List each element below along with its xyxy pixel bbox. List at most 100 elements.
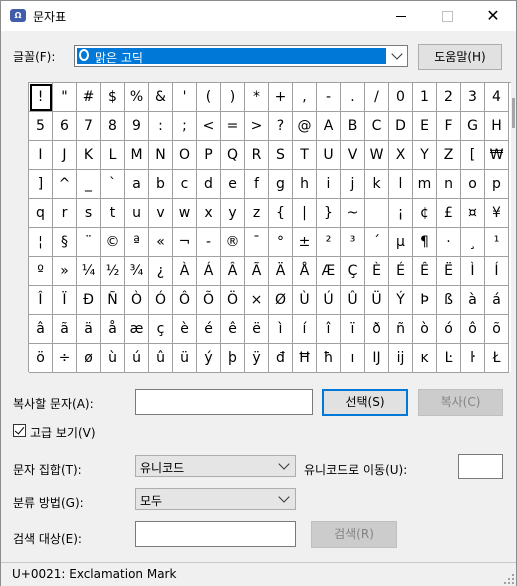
char-cell[interactable]: ¥ xyxy=(485,199,509,228)
char-cell[interactable]: @ xyxy=(293,112,317,141)
char-cell[interactable]: ¤ xyxy=(461,199,485,228)
char-cell[interactable]: [ xyxy=(461,141,485,170)
char-cell[interactable]: m xyxy=(413,170,437,199)
char-cell[interactable]: ¯ xyxy=(245,228,269,257)
char-cell[interactable]: Ù xyxy=(293,286,317,315)
char-cell[interactable]: . xyxy=(341,83,365,112)
char-cell[interactable]: ï xyxy=(341,315,365,344)
char-cell[interactable]: : xyxy=(149,112,173,141)
search-button[interactable]: 검색(R) xyxy=(311,521,397,548)
char-cell[interactable]: { xyxy=(269,199,293,228)
char-cell[interactable]: L xyxy=(101,141,125,170)
char-cell[interactable]: C xyxy=(365,112,389,141)
char-cell[interactable]: ; xyxy=(173,112,197,141)
char-cell[interactable]: ñ xyxy=(389,315,413,344)
char-cell[interactable]: 0 xyxy=(389,83,413,112)
char-cell[interactable]: ħ xyxy=(317,344,341,373)
char-cell[interactable]: H xyxy=(485,112,509,141)
char-cell[interactable]: ò xyxy=(413,315,437,344)
char-cell[interactable]: ¦ xyxy=(29,228,53,257)
char-cell[interactable]: i xyxy=(317,170,341,199)
char-cell[interactable]: Q xyxy=(221,141,245,170)
char-cell[interactable]: w xyxy=(173,199,197,228)
char-cell[interactable]: õ xyxy=(485,315,509,344)
char-cell[interactable]: Ð xyxy=(77,286,101,315)
character-grid[interactable]: ! " # $% & '() * +, -./0 1 2 3 4 5 6 7 8 9:; < = >? @ A B C D E F G H… xyxy=(28,82,511,373)
char-cell[interactable]: j xyxy=(341,170,365,199)
char-cell[interactable]: D xyxy=(389,112,413,141)
char-cell[interactable]: ĸ xyxy=(413,344,437,373)
char-cell[interactable]: Æ xyxy=(317,257,341,286)
char-cell[interactable]: 4 xyxy=(485,83,509,112)
char-cell[interactable]: Ê xyxy=(413,257,437,286)
char-cell[interactable]: Ĳ xyxy=(365,344,389,373)
char-cell[interactable]: ë xyxy=(245,315,269,344)
char-cell[interactable]: Ò xyxy=(125,286,149,315)
char-cell[interactable]: S xyxy=(269,141,293,170)
char-cell[interactable]: , xyxy=(293,83,317,112)
char-cell[interactable]: û xyxy=(149,344,173,373)
char-cell[interactable]: < xyxy=(197,112,221,141)
char-cell[interactable]: ´ xyxy=(365,228,389,257)
char-cell[interactable]: ÿ xyxy=(245,344,269,373)
char-cell[interactable]: ĳ xyxy=(389,344,413,373)
grid-scrollbar[interactable] xyxy=(511,82,516,371)
char-cell[interactable]: E xyxy=(413,112,437,141)
char-cell[interactable]: b xyxy=(149,170,173,199)
char-cell[interactable]: ç xyxy=(149,315,173,344)
char-cell[interactable]: Ì xyxy=(461,257,485,286)
char-cell[interactable]: Ö xyxy=(221,286,245,315)
char-cell[interactable]: Y xyxy=(413,141,437,170)
char-cell[interactable]: » xyxy=(53,257,77,286)
char-cell[interactable]: ŀ xyxy=(461,344,485,373)
char-cell[interactable]: o xyxy=(461,170,485,199)
char-cell[interactable]: ] xyxy=(29,170,53,199)
char-cell[interactable]: = xyxy=(221,112,245,141)
char-cell[interactable]: Á xyxy=(197,257,221,286)
char-cell[interactable]: V xyxy=(341,141,365,170)
group-by-select[interactable]: 모두 xyxy=(135,488,296,510)
advanced-view-checkbox[interactable] xyxy=(13,424,26,437)
char-cell[interactable]: ? xyxy=(269,112,293,141)
char-cell[interactable]: T xyxy=(293,141,317,170)
char-cell[interactable]: ® xyxy=(221,228,245,257)
char-cell[interactable]: A xyxy=(317,112,341,141)
char-cell[interactable]: ı xyxy=(341,344,365,373)
char-cell[interactable]: # xyxy=(77,83,101,112)
char-cell[interactable]: N xyxy=(149,141,173,170)
char-cell[interactable]: 7 xyxy=(77,112,101,141)
char-cell[interactable]: § xyxy=(53,228,77,257)
char-cell[interactable]: Ħ xyxy=(293,344,317,373)
char-cell[interactable]: y xyxy=(221,199,245,228)
charset-select[interactable]: 유니코드 xyxy=(135,455,296,477)
char-cell[interactable] xyxy=(365,199,389,228)
char-cell[interactable]: z xyxy=(245,199,269,228)
char-cell[interactable]: > xyxy=(245,112,269,141)
char-cell[interactable]: Z xyxy=(437,141,461,170)
char-cell[interactable]: × xyxy=(245,286,269,315)
char-cell[interactable]: 8 xyxy=(101,112,125,141)
char-cell[interactable]: B xyxy=(341,112,365,141)
char-cell[interactable]: Ñ xyxy=(101,286,125,315)
char-cell[interactable]: ê xyxy=(221,315,245,344)
char-cell[interactable]: ¬ xyxy=(173,228,197,257)
char-cell[interactable]: ^ xyxy=(53,170,77,199)
close-button[interactable]: ✕ xyxy=(470,1,516,31)
char-cell[interactable]: u xyxy=(125,199,149,228)
char-cell[interactable]: æ xyxy=(125,315,149,344)
char-cell[interactable]: £ xyxy=(437,199,461,228)
char-cell[interactable]: Ú xyxy=(317,286,341,315)
char-cell[interactable]: ₩ xyxy=(485,141,509,170)
char-cell[interactable]: $ xyxy=(101,83,125,112)
char-cell[interactable]: Å xyxy=(293,257,317,286)
char-cell[interactable]: r xyxy=(53,199,77,228)
char-cell[interactable]: ! xyxy=(29,83,53,112)
char-cell[interactable]: ü xyxy=(173,344,197,373)
char-cell[interactable]: Ü xyxy=(365,286,389,315)
char-cell[interactable]: µ xyxy=(389,228,413,257)
char-cell[interactable]: t xyxy=(101,199,125,228)
char-cell[interactable]: · xyxy=(437,228,461,257)
char-cell[interactable]: º xyxy=(29,257,53,286)
char-cell[interactable]: - xyxy=(317,83,341,112)
copy-chars-input[interactable] xyxy=(135,389,313,415)
